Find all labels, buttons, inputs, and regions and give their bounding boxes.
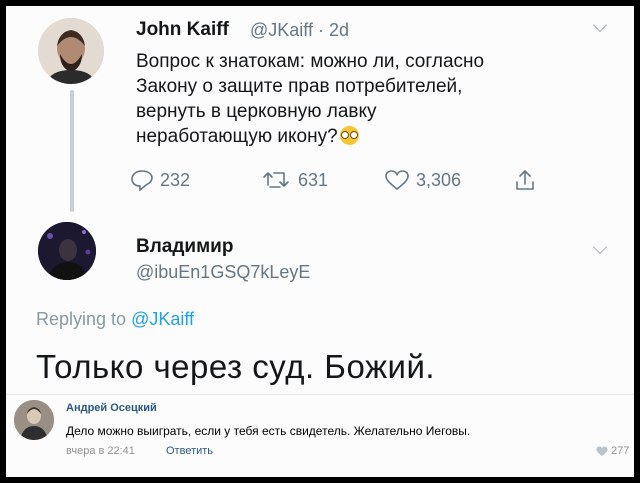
- commenter-avatar[interactable]: [14, 400, 54, 440]
- retweet-button[interactable]: 631: [262, 168, 328, 192]
- comment-time[interactable]: вчера в 22:41: [66, 445, 135, 457]
- reply-author-handle[interactable]: @ibuEn1GSQ7kLeyE: [136, 262, 310, 283]
- comment-text: Дело можно выиграть, если у тебя есть св…: [66, 424, 471, 438]
- divider: [6, 394, 634, 395]
- commenter-name[interactable]: Андрей Осецкий: [66, 402, 157, 414]
- avatar-photo-icon: [38, 222, 96, 280]
- chevron-down-icon[interactable]: [592, 17, 608, 33]
- like-button[interactable]: 3,306: [384, 168, 461, 192]
- john-kaiff-avatar[interactable]: [38, 18, 104, 84]
- retweet-icon: [263, 172, 289, 188]
- avatar-photo-icon: [14, 400, 54, 440]
- author-name[interactable]: John Kaiff: [136, 19, 229, 41]
- reply-text: Только через суд. Божий.: [36, 348, 436, 385]
- comment-reply-link[interactable]: Ответить: [166, 445, 213, 457]
- chevron-down-icon[interactable]: [592, 239, 608, 255]
- reply-author-name[interactable]: Владимир: [136, 236, 233, 258]
- share-icon: [516, 170, 534, 190]
- replying-to: Replying to @JKaiff: [36, 309, 194, 330]
- avatar-photo-icon: [38, 18, 104, 84]
- reply-count: 232: [160, 169, 191, 190]
- comment-like-count: 277: [611, 445, 630, 457]
- retweet-count: 631: [298, 169, 329, 190]
- comment-like-button[interactable]: 277: [596, 445, 629, 457]
- reply-icon: [131, 170, 153, 191]
- tweet-body: Вопрос к знатокам: можно ли, согласно За…: [136, 51, 485, 147]
- tweet-text: Вопрос к знатокам: можно ли, согласно За…: [136, 49, 616, 149]
- replying-to-label: Replying to: [36, 309, 127, 329]
- like-count: 3,306: [416, 169, 462, 190]
- replying-to-mention[interactable]: @JKaiff: [131, 309, 194, 329]
- heart-icon: [385, 170, 409, 191]
- vladimir-avatar[interactable]: [38, 222, 96, 280]
- author-handle[interactable]: @JKaiff · 2d: [250, 20, 349, 41]
- thread-line: [70, 90, 74, 212]
- share-button[interactable]: [514, 168, 542, 192]
- screenshot-frame: John Kaiff @JKaiff · 2d Вопрос к знатока…: [6, 6, 634, 477]
- confused-face-icon: [339, 126, 359, 145]
- reply-button[interactable]: 232: [130, 168, 190, 192]
- heart-icon: [596, 446, 608, 456]
